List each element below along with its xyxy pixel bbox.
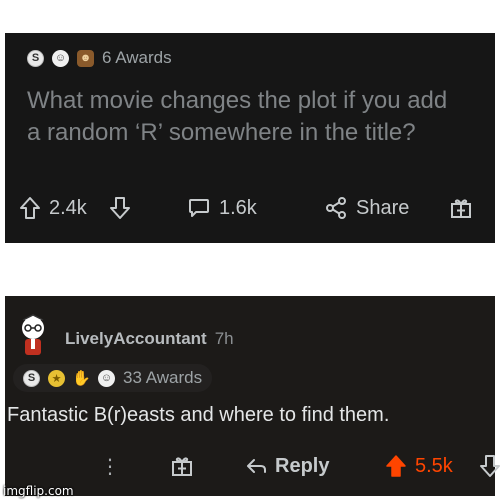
comment-card: LivelyAccountant 7h S ★ ✋ ☺ 33 Awards Fa… xyxy=(5,296,500,496)
reply-arrow-icon xyxy=(245,456,267,476)
silver-award-icon: S xyxy=(27,49,44,67)
post-awards-row[interactable]: S ☺ ☻ 6 Awards xyxy=(27,48,172,68)
post-comments-button[interactable]: 1.6k xyxy=(187,196,257,220)
comment-timestamp: 7h xyxy=(214,328,234,348)
silver-award-icon: S xyxy=(23,369,40,387)
comment-downvote-group xyxy=(480,454,500,478)
upvote-filled-icon[interactable] xyxy=(385,454,407,478)
comment-body: Fantastic B(r)easts and where to find th… xyxy=(7,404,390,426)
downvote-icon[interactable] xyxy=(480,454,500,478)
comment-upvote-group: 5.5k xyxy=(385,454,453,478)
comment-awards-count: 33 Awards xyxy=(123,368,203,387)
comment-award-button[interactable] xyxy=(170,454,194,478)
post-award-button[interactable] xyxy=(449,196,473,220)
upvote-icon[interactable] xyxy=(19,196,41,220)
helpful-award-icon: ☺ xyxy=(52,49,69,67)
more-options-button[interactable]: ⋮ xyxy=(100,454,120,479)
comment-awards-row[interactable]: S ★ ✋ ☺ 33 Awards xyxy=(13,364,213,392)
share-icon xyxy=(324,196,348,220)
watermark: imgflip.com xyxy=(3,484,74,498)
username[interactable]: LivelyAccountant xyxy=(65,329,207,349)
share-label: Share xyxy=(356,196,410,219)
gift-icon xyxy=(170,454,194,478)
comment-action-bar: ⋮ Reply 5.5k xyxy=(100,451,500,481)
post-downvote-group xyxy=(109,196,131,220)
post-title[interactable]: What movie changes the plot if you add a… xyxy=(27,85,467,149)
helpful-award-icon: ☺ xyxy=(98,369,115,387)
post-action-bar: 2.4k 1.6k Share xyxy=(19,193,489,223)
post-vote-count: 2.4k xyxy=(49,196,87,219)
downvote-icon[interactable] xyxy=(109,196,131,220)
post-share-button[interactable]: Share xyxy=(324,196,409,220)
reply-button[interactable]: Reply xyxy=(245,455,329,478)
hands-award-icon: ✋ xyxy=(72,370,91,387)
comment-header: LivelyAccountant 7h xyxy=(15,314,234,363)
post-card: S ☺ ☻ 6 Awards What movie changes the pl… xyxy=(5,33,495,243)
comment-vote-count: 5.5k xyxy=(415,454,453,477)
post-comment-count: 1.6k xyxy=(219,196,257,219)
post-awards-count: 6 Awards xyxy=(102,48,172,67)
post-upvote-group: 2.4k xyxy=(19,196,87,220)
comment-bubble-icon xyxy=(187,196,211,220)
reply-label: Reply xyxy=(275,454,330,477)
avatar[interactable] xyxy=(15,314,51,363)
gold-award-icon: ★ xyxy=(48,369,65,387)
gift-icon xyxy=(449,196,473,220)
brown-award-icon: ☻ xyxy=(77,49,94,67)
